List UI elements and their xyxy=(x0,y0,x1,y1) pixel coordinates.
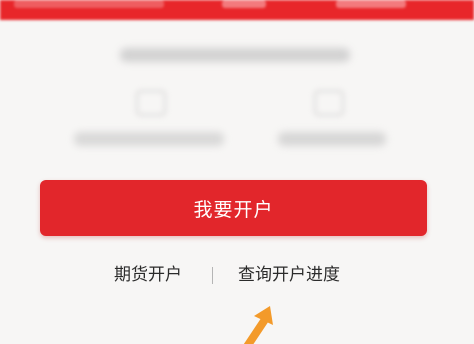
blurred-content-area xyxy=(0,20,474,175)
secondary-links-row: 期货开户 查询开户进度 xyxy=(0,262,474,288)
futures-account-link[interactable]: 期货开户 xyxy=(114,262,182,288)
blurred-text-line xyxy=(120,48,350,62)
top-header-blurred-item xyxy=(336,0,406,8)
blurred-icon xyxy=(136,90,166,116)
query-progress-link[interactable]: 查询开户进度 xyxy=(238,262,340,288)
link-divider xyxy=(212,267,213,284)
top-header-blurred-item xyxy=(14,0,164,8)
arrow-up-right-icon xyxy=(243,306,273,344)
blurred-text-line xyxy=(74,132,224,146)
blurred-text-line xyxy=(278,132,386,146)
top-header-blurred-item xyxy=(222,0,266,8)
open-account-button[interactable]: 我要开户 xyxy=(40,180,427,236)
blurred-icon xyxy=(314,90,344,116)
top-header-bar xyxy=(0,0,474,20)
